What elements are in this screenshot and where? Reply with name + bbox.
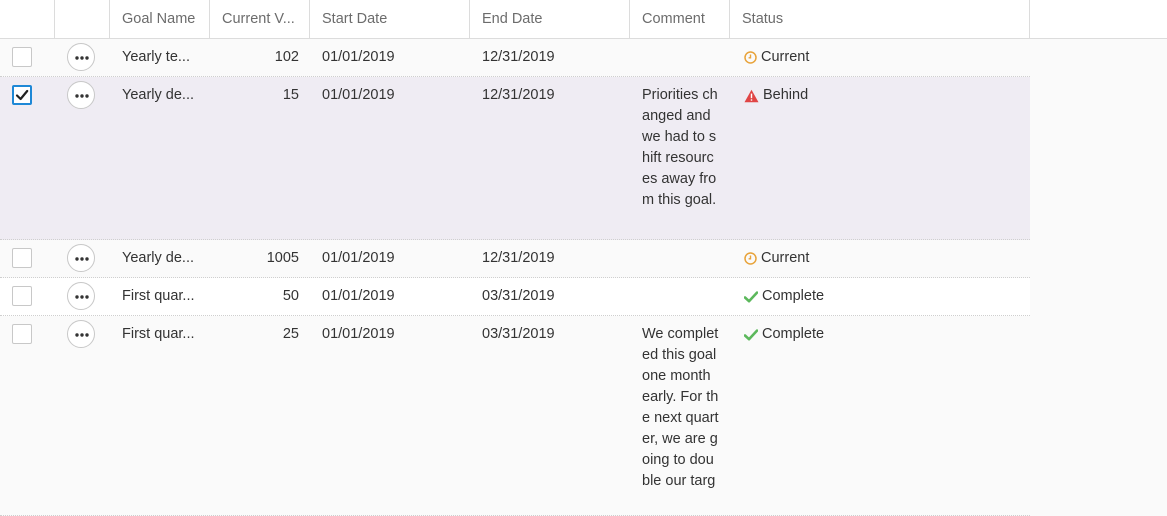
warning-icon xyxy=(744,85,759,106)
start-date-cell: 01/01/2019 xyxy=(322,250,395,266)
goal-name-cell: First quar... xyxy=(122,326,195,342)
status-label: Complete xyxy=(762,326,825,342)
clock-icon xyxy=(744,47,757,68)
status-badge: Complete xyxy=(744,278,1024,307)
table-row[interactable]: First quar... 50 01/01/2019 03/31/2019 Compl… xyxy=(0,278,1030,316)
status-label: Current xyxy=(761,49,810,65)
end-date-cell: 12/31/2019 xyxy=(482,87,555,103)
goals-grid: Goal Name Current V... Start Date End Da… xyxy=(0,0,1167,516)
goal-name-cell: First quar... xyxy=(122,288,195,304)
more-icon xyxy=(75,56,89,60)
header-goal-name[interactable]: Goal Name xyxy=(110,0,210,38)
check-icon xyxy=(744,324,758,345)
end-date-cell: 03/31/2019 xyxy=(482,288,555,304)
more-icon xyxy=(75,333,89,337)
current-value-cell: 102 xyxy=(274,49,299,65)
header-comment[interactable]: Comment xyxy=(630,0,730,38)
status-label: Complete xyxy=(762,288,825,304)
grid-header: Goal Name Current V... Start Date End Da… xyxy=(0,0,1167,39)
end-date-cell: 03/31/2019 xyxy=(482,326,555,342)
table-row[interactable]: First quar... 25 01/01/2019 03/31/2019 We co… xyxy=(0,316,1030,516)
status-label: Current xyxy=(761,250,810,266)
comment-cell xyxy=(642,39,720,75)
row-actions-button[interactable] xyxy=(67,320,95,348)
status-badge: Current xyxy=(744,240,1024,269)
end-date-cell: 12/31/2019 xyxy=(482,250,555,266)
table-row[interactable]: Yearly de... 15 01/01/2019 12/31/2019 Priori… xyxy=(0,77,1030,240)
goal-name-cell: Yearly de... xyxy=(122,250,195,266)
checkmark-icon xyxy=(15,89,29,101)
comment-cell xyxy=(642,278,720,314)
row-checkbox[interactable] xyxy=(12,286,32,306)
row-actions-button[interactable] xyxy=(67,244,95,272)
more-icon xyxy=(75,257,89,261)
start-date-cell: 01/01/2019 xyxy=(322,87,395,103)
status-badge: Behind xyxy=(744,77,1024,106)
status-label: Behind xyxy=(763,87,809,103)
current-value-cell: 25 xyxy=(282,326,299,342)
header-start-date[interactable]: Start Date xyxy=(310,0,470,38)
row-actions-button[interactable] xyxy=(67,81,95,109)
grid-body: Yearly te... 102 01/01/2019 12/31/2019 Curre… xyxy=(0,39,1167,516)
row-checkbox[interactable] xyxy=(12,47,32,67)
start-date-cell: 01/01/2019 xyxy=(322,326,395,342)
current-value-cell: 50 xyxy=(282,288,299,304)
clock-icon xyxy=(744,248,757,269)
row-checkbox-checked[interactable] xyxy=(12,85,32,105)
more-icon xyxy=(75,94,89,98)
current-value-cell: 1005 xyxy=(266,250,299,266)
row-checkbox[interactable] xyxy=(12,324,32,344)
row-actions-button[interactable] xyxy=(67,282,95,310)
table-row[interactable]: Yearly te... 102 01/01/2019 12/31/2019 Curre… xyxy=(0,39,1030,77)
row-actions-button[interactable] xyxy=(67,43,95,71)
table-row[interactable]: Yearly de... 1005 01/01/2019 12/31/2019 Curr… xyxy=(0,240,1030,278)
start-date-cell: 01/01/2019 xyxy=(322,288,395,304)
header-actions-column xyxy=(55,0,110,38)
status-badge: Complete xyxy=(744,316,1024,345)
comment-cell xyxy=(642,240,720,276)
comment-cell: We completed this goal one month early. … xyxy=(642,326,719,489)
goal-name-cell: Yearly de... xyxy=(122,87,195,103)
start-date-cell: 01/01/2019 xyxy=(322,49,395,65)
row-checkbox[interactable] xyxy=(12,248,32,268)
more-icon xyxy=(75,295,89,299)
header-current-value[interactable]: Current V... xyxy=(210,0,310,38)
end-date-cell: 12/31/2019 xyxy=(482,49,555,65)
header-select-column xyxy=(0,0,55,38)
current-value-cell: 15 xyxy=(282,87,299,103)
comment-cell: Priorities changed and we had to shift r… xyxy=(642,87,718,208)
goal-name-cell: Yearly te... xyxy=(122,49,190,65)
status-badge: Current xyxy=(744,39,1024,68)
check-icon xyxy=(744,286,758,307)
header-status[interactable]: Status xyxy=(730,0,1030,38)
header-end-date[interactable]: End Date xyxy=(470,0,630,38)
